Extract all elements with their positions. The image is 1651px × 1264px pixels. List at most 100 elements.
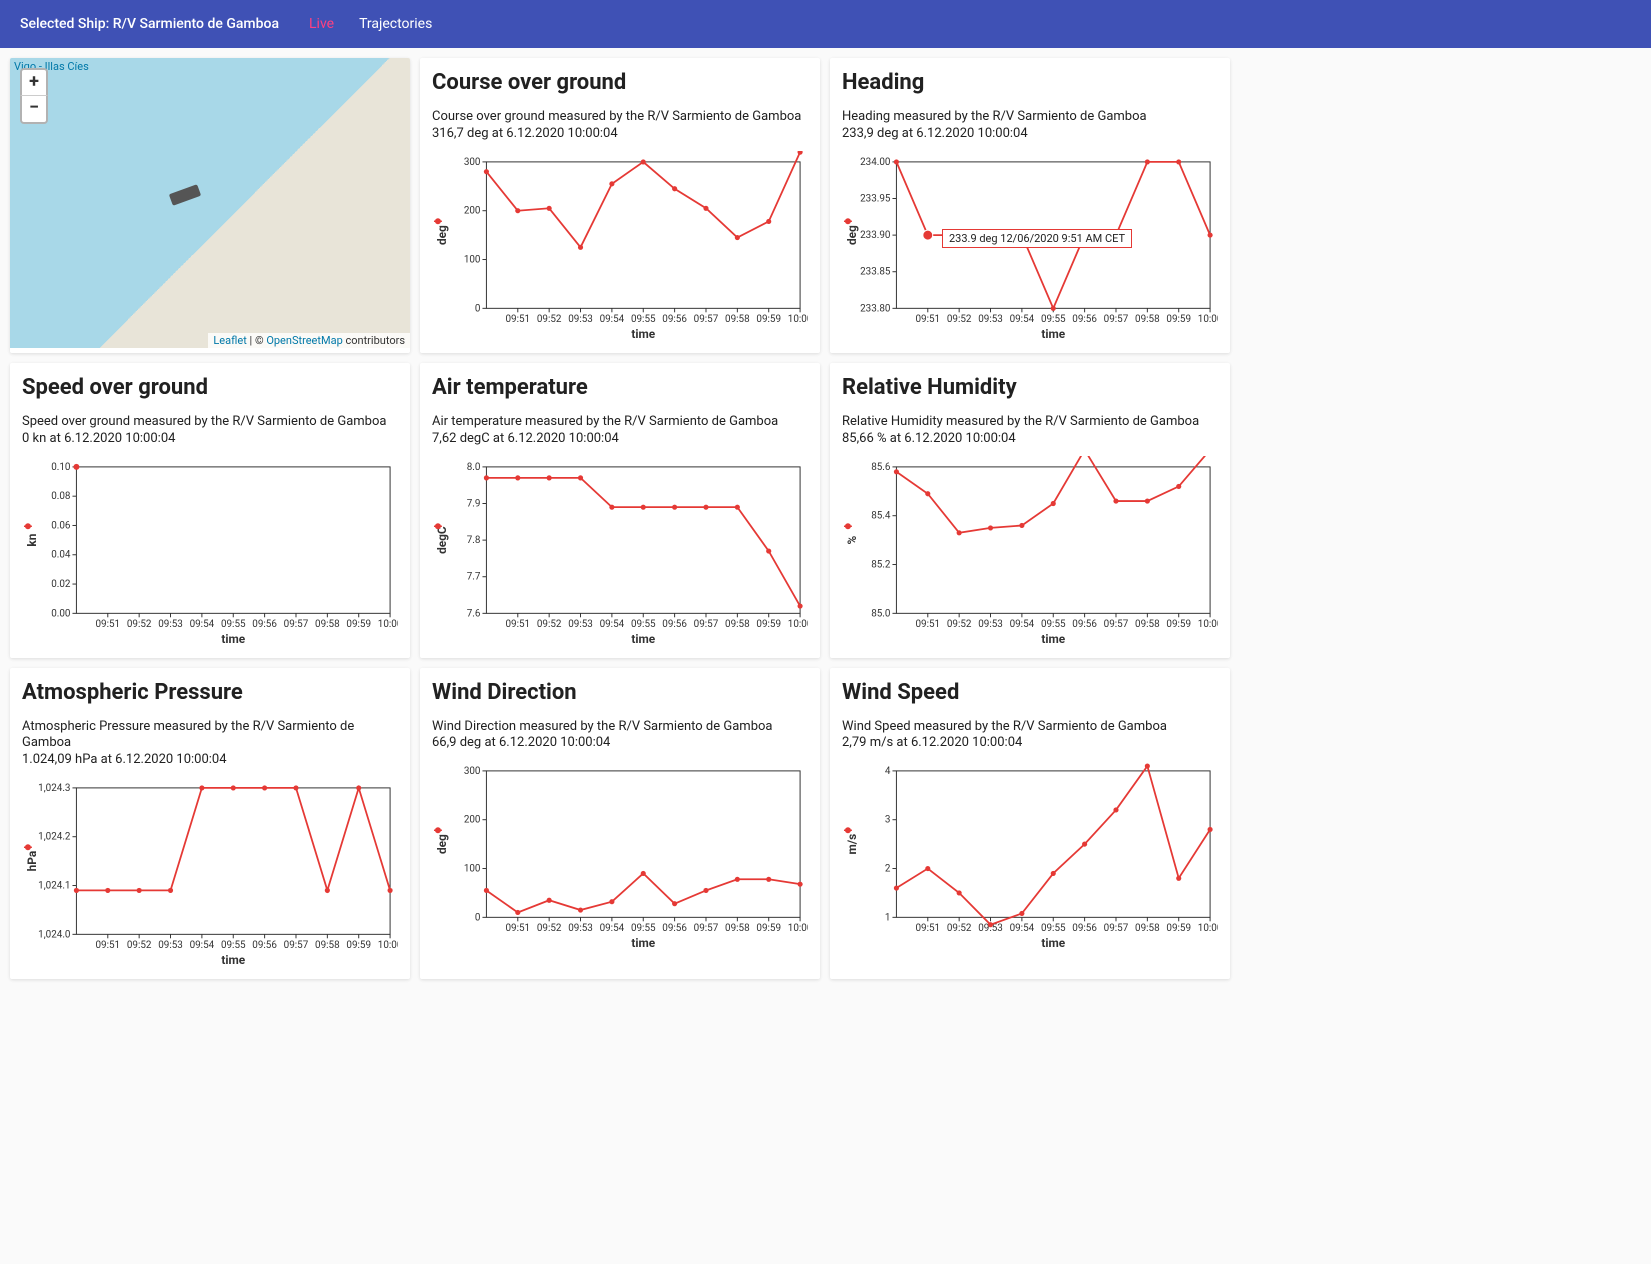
svg-text:09:58: 09:58 <box>725 314 750 325</box>
svg-text:09:51: 09:51 <box>505 924 530 935</box>
svg-text:10:00: 10:00 <box>1198 924 1218 935</box>
value-pressure: 1.024,09 hPa at 6.12.2020 10:00:04 <box>22 752 398 769</box>
svg-text:09:51: 09:51 <box>95 940 120 951</box>
osm-link[interactable]: OpenStreetMap <box>266 334 342 347</box>
card-humidity: Relative Humidity Relative Humidity meas… <box>830 363 1230 658</box>
svg-text:09:55: 09:55 <box>221 619 246 630</box>
nav-trajectories[interactable]: Trajectories <box>359 16 432 32</box>
svg-text:09:58: 09:58 <box>725 619 750 630</box>
svg-text:85.0: 85.0 <box>871 608 890 619</box>
value-heading: 233,9 deg at 6.12.2020 10:00:04 <box>842 126 1218 143</box>
svg-text:1,024.3: 1,024.3 <box>38 783 70 794</box>
svg-text:10:00: 10:00 <box>378 619 398 630</box>
svg-text:time: time <box>1041 632 1065 646</box>
chart-humidity[interactable]: 85.085.285.485.609:5109:5209:5309:5409:5… <box>842 456 1218 646</box>
svg-text:09:53: 09:53 <box>568 314 593 325</box>
svg-text:09:58: 09:58 <box>315 940 340 951</box>
svg-text:7.6: 7.6 <box>467 608 481 619</box>
svg-text:09:51: 09:51 <box>505 314 530 325</box>
value-humidity: 85,66 % at 6.12.2020 10:00:04 <box>842 431 1218 448</box>
svg-text:09:51: 09:51 <box>915 924 940 935</box>
chart-heading[interactable]: 233.80233.85233.90233.95234.0009:5109:52… <box>842 151 1218 341</box>
svg-text:09:53: 09:53 <box>158 619 183 630</box>
svg-text:09:55: 09:55 <box>631 924 656 935</box>
svg-text:1,024.1: 1,024.1 <box>38 881 70 892</box>
svg-text:09:57: 09:57 <box>284 619 309 630</box>
title-airtemp: Air temperature <box>432 375 808 400</box>
map-canvas[interactable]: Vigo - Illas Cíes + − Leaflet | © OpenSt… <box>10 58 410 348</box>
svg-text:09:59: 09:59 <box>756 924 781 935</box>
svg-text:time: time <box>221 953 245 967</box>
chart-pressure[interactable]: 1,024.01,024.11,024.21,024.309:5109:5209… <box>22 777 398 967</box>
svg-text:1,024.2: 1,024.2 <box>38 832 71 843</box>
desc-winddir: Wind Direction measured by the R/V Sarmi… <box>432 719 808 736</box>
svg-text:09:52: 09:52 <box>537 314 562 325</box>
map-zoom-controls: + − <box>20 68 48 124</box>
title-course: Course over ground <box>432 70 808 95</box>
svg-text:0.08: 0.08 <box>51 491 71 502</box>
svg-text:09:59: 09:59 <box>1166 619 1191 630</box>
svg-text:09:58: 09:58 <box>725 924 750 935</box>
leaflet-link[interactable]: Leaflet <box>213 334 246 347</box>
svg-text:0.06: 0.06 <box>51 520 71 531</box>
app-header: Selected Ship: R/V Sarmiento de Gamboa L… <box>0 0 1651 48</box>
svg-text:10:00: 10:00 <box>1198 619 1218 630</box>
svg-text:09:59: 09:59 <box>756 314 781 325</box>
svg-text:233.90: 233.90 <box>860 230 890 241</box>
svg-text:7.9: 7.9 <box>467 498 481 509</box>
map-card: Vigo - Illas Cíes + − Leaflet | © OpenSt… <box>10 58 410 353</box>
nav-live[interactable]: Live <box>309 16 334 32</box>
card-airtemp: Air temperature Air temperature measured… <box>420 363 820 658</box>
chart-winddir[interactable]: 010020030009:5109:5209:5309:5409:5509:56… <box>432 760 808 950</box>
svg-text:10:00: 10:00 <box>788 619 808 630</box>
chart-speed[interactable]: 0.000.020.040.060.080.1009:5109:5209:530… <box>22 456 398 646</box>
svg-text:degC: degC <box>435 526 449 554</box>
svg-text:m/s: m/s <box>845 834 859 855</box>
svg-text:09:59: 09:59 <box>1166 314 1191 325</box>
svg-text:time: time <box>1041 327 1065 341</box>
svg-text:1: 1 <box>885 913 891 924</box>
card-speed: Speed over ground Speed over ground meas… <box>10 363 410 658</box>
card-heading: Heading Heading measured by the R/V Sarm… <box>830 58 1230 353</box>
title-speed: Speed over ground <box>22 375 398 400</box>
svg-text:09:53: 09:53 <box>568 619 593 630</box>
svg-text:85.4: 85.4 <box>871 510 891 521</box>
svg-text:0: 0 <box>475 913 481 924</box>
chart-windspeed[interactable]: 123409:5109:5209:5309:5409:5509:5609:570… <box>842 760 1218 950</box>
svg-text:09:59: 09:59 <box>756 619 781 630</box>
value-winddir: 66,9 deg at 6.12.2020 10:00:04 <box>432 735 808 752</box>
svg-text:200: 200 <box>464 205 481 216</box>
svg-text:233.95: 233.95 <box>860 193 891 204</box>
svg-text:09:52: 09:52 <box>127 619 152 630</box>
svg-text:0.02: 0.02 <box>51 579 71 590</box>
svg-text:09:59: 09:59 <box>346 940 371 951</box>
zoom-out-button[interactable]: − <box>20 96 48 124</box>
svg-text:09:53: 09:53 <box>568 924 593 935</box>
svg-text:09:58: 09:58 <box>1135 924 1160 935</box>
svg-text:233.80: 233.80 <box>860 303 890 314</box>
card-winddir: Wind Direction Wind Direction measured b… <box>420 668 820 980</box>
desc-humidity: Relative Humidity measured by the R/V Sa… <box>842 414 1218 431</box>
svg-text:09:53: 09:53 <box>978 314 1003 325</box>
zoom-in-button[interactable]: + <box>20 68 48 96</box>
svg-text:09:57: 09:57 <box>1104 314 1129 325</box>
svg-text:09:57: 09:57 <box>694 924 719 935</box>
chart-course[interactable]: 010020030009:5109:5209:5309:5409:5509:56… <box>432 151 808 341</box>
svg-text:09:56: 09:56 <box>1072 314 1097 325</box>
svg-text:2: 2 <box>885 864 891 875</box>
svg-text:7.8: 7.8 <box>467 535 481 546</box>
title-pressure: Atmospheric Pressure <box>22 680 398 705</box>
dashboard-grid: Vigo - Illas Cíes + − Leaflet | © OpenSt… <box>0 48 1240 989</box>
desc-pressure: Atmospheric Pressure measured by the R/V… <box>22 719 398 753</box>
svg-text:09:52: 09:52 <box>537 619 562 630</box>
svg-text:4: 4 <box>885 766 891 777</box>
svg-text:time: time <box>1041 936 1065 950</box>
svg-text:09:55: 09:55 <box>1041 619 1066 630</box>
svg-text:7.7: 7.7 <box>467 571 481 582</box>
svg-text:0.00: 0.00 <box>51 608 70 619</box>
svg-text:09:52: 09:52 <box>127 940 152 951</box>
svg-text:100: 100 <box>464 864 481 875</box>
svg-text:09:53: 09:53 <box>978 619 1003 630</box>
svg-text:deg: deg <box>845 225 859 245</box>
chart-airtemp[interactable]: 7.67.77.87.98.009:5109:5209:5309:5409:55… <box>432 456 808 646</box>
